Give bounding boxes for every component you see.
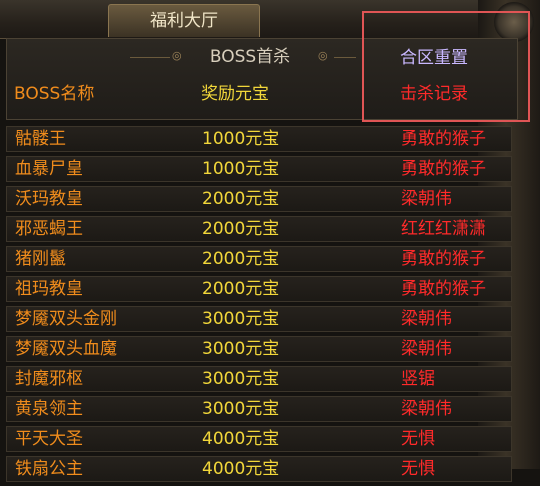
reward-cell: 2000元宝: [202, 189, 280, 209]
killer-cell: 无惧: [401, 459, 435, 479]
ornament-right-icon: ◎: [318, 49, 328, 62]
table-row[interactable]: 祖玛教皇 2000元宝 勇敢的猴子: [6, 276, 512, 302]
divider-right: [334, 57, 356, 58]
boss-name-cell: 骷髅王: [15, 129, 66, 149]
boss-name-cell: 梦魇双头血魔: [15, 339, 117, 359]
boss-name-cell: 沃玛教皇: [15, 189, 83, 209]
table-row[interactable]: 梦魇双头金刚 3000元宝 梁朝伟: [6, 306, 512, 332]
boss-name-cell: 平天大圣: [15, 429, 83, 449]
boss-name-cell: 邪恶蝎王: [15, 219, 83, 239]
killer-cell: 无惧: [401, 429, 435, 449]
reward-cell: 3000元宝: [202, 309, 280, 329]
reward-cell: 1000元宝: [202, 159, 280, 179]
boss-name-cell: 梦魇双头金刚: [15, 309, 117, 329]
table-row[interactable]: 血暴尸皇 1000元宝 勇敢的猴子: [6, 156, 512, 182]
window-title: 福利大厅: [150, 11, 218, 31]
boss-name-cell: 铁扇公主: [15, 459, 83, 479]
table-row[interactable]: 黄泉领主 3000元宝 梁朝伟: [6, 396, 512, 422]
killer-cell: 勇敢的猴子: [401, 279, 486, 299]
killer-cell: 竖锯: [401, 369, 435, 389]
killer-cell: 勇敢的猴子: [401, 129, 486, 149]
table-row[interactable]: 铁扇公主 4000元宝 无惧: [6, 456, 512, 482]
boss-name-cell: 黄泉领主: [15, 399, 83, 419]
reward-cell: 3000元宝: [202, 339, 280, 359]
reward-cell: 2000元宝: [202, 219, 280, 239]
table-row[interactable]: 猪刚鬣 2000元宝 勇敢的猴子: [6, 246, 512, 272]
section-title: BOSS首杀: [209, 47, 291, 67]
boss-name-cell: 封魔邪枢: [15, 369, 83, 389]
boss-name-cell: 祖玛教皇: [15, 279, 83, 299]
header-reward: 奖励元宝: [201, 84, 269, 104]
table-row[interactable]: 封魔邪枢 3000元宝 竖锯: [6, 366, 512, 392]
killer-cell: 梁朝伟: [401, 189, 452, 209]
killer-cell: 红红红潇潇: [401, 219, 486, 239]
reward-cell: 2000元宝: [202, 279, 280, 299]
table-row[interactable]: 梦魇双头血魔 3000元宝 梁朝伟: [6, 336, 512, 362]
killer-cell: 勇敢的猴子: [401, 159, 486, 179]
reward-cell: 4000元宝: [202, 429, 280, 449]
highlight-box: [362, 11, 530, 122]
boss-name-cell: 猪刚鬣: [15, 249, 66, 269]
header-boss-name: BOSS名称: [14, 84, 95, 104]
table-row[interactable]: 平天大圣 4000元宝 无惧: [6, 426, 512, 452]
reward-cell: 1000元宝: [202, 129, 280, 149]
boss-name-cell: 血暴尸皇: [15, 159, 83, 179]
boss-list: 骷髅王 1000元宝 勇敢的猴子 血暴尸皇 1000元宝 勇敢的猴子 沃玛教皇 2000元宝梁…: [6, 126, 512, 486]
killer-cell: 梁朝伟: [401, 339, 452, 359]
reward-cell: 2000元宝: [202, 249, 280, 269]
reward-cell: 3000元宝: [202, 399, 280, 419]
table-row[interactable]: 邪恶蝎王 2000元宝 红红红潇潇: [6, 216, 512, 242]
window-title-tab[interactable]: 福利大厅: [108, 4, 260, 37]
killer-cell: 梁朝伟: [401, 309, 452, 329]
killer-cell: 勇敢的猴子: [401, 249, 486, 269]
reward-cell: 4000元宝: [202, 459, 280, 479]
table-row[interactable]: 骷髅王 1000元宝 勇敢的猴子: [6, 126, 512, 152]
table-row[interactable]: 沃玛教皇 2000元宝 梁朝伟: [6, 186, 512, 212]
killer-cell: 梁朝伟: [401, 399, 452, 419]
reward-cell: 3000元宝: [202, 369, 280, 389]
